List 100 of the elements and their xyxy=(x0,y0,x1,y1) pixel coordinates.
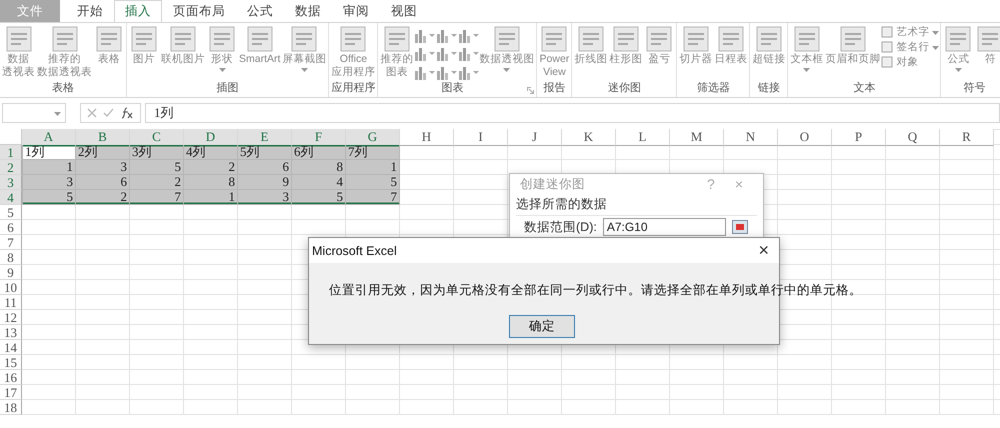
ribbon-button[interactable]: 推荐的 图表 xyxy=(379,23,414,81)
row-header[interactable]: 16 xyxy=(0,370,22,385)
column-header[interactable]: B xyxy=(76,129,130,147)
row-header[interactable]: 5 xyxy=(0,205,22,220)
ribbon-button[interactable]: 盈亏 xyxy=(643,23,676,81)
column-header[interactable]: L xyxy=(616,129,670,146)
row-header[interactable]: 15 xyxy=(0,355,22,370)
ribbon-button[interactable]: Power View xyxy=(538,23,570,81)
select-all-corner[interactable] xyxy=(0,129,22,145)
ribbon-button[interactable]: 联机图片 xyxy=(160,23,206,81)
column-header[interactable]: A xyxy=(22,129,76,147)
row-header[interactable]: 13 xyxy=(0,325,22,340)
column-header[interactable]: M xyxy=(670,129,724,146)
column-header[interactable]: I xyxy=(454,129,508,146)
ribbon-button[interactable]: 表格 xyxy=(93,23,125,81)
column-header[interactable]: F xyxy=(292,129,346,147)
row-header[interactable]: 18 xyxy=(0,400,22,415)
row-header[interactable]: 17 xyxy=(0,385,22,400)
close-button[interactable]: × xyxy=(748,240,779,261)
row-header[interactable]: 3 xyxy=(0,175,22,190)
dialog-launcher-icon[interactable] xyxy=(527,87,534,94)
row-header[interactable]: 12 xyxy=(0,310,22,325)
column-header[interactable]: D xyxy=(184,129,238,147)
column-header[interactable]: K xyxy=(562,129,616,146)
cancel-icon[interactable] xyxy=(87,108,97,118)
row-header[interactable]: 10 xyxy=(0,280,22,295)
ribbon-button[interactable]: 艺术字 xyxy=(881,25,940,39)
chart-type-icon[interactable] xyxy=(436,46,458,62)
ribbon-button[interactable]: 推荐的 数据透视表 xyxy=(36,23,93,81)
chart-type-icon[interactable] xyxy=(458,46,480,62)
formula-field[interactable]: 1列 xyxy=(145,103,1000,123)
ribbon-button[interactable]: 对象 xyxy=(881,55,940,69)
ribbon-button[interactable]: 文本框 xyxy=(789,23,824,81)
ribbon-button[interactable]: Office 应用程序 xyxy=(330,23,376,81)
ribbon-tab[interactable]: 审阅 xyxy=(332,0,380,22)
ribbon-button[interactable]: 日程表 xyxy=(713,23,748,81)
group-label: 链接 xyxy=(756,81,781,96)
column-header[interactable]: O xyxy=(778,129,832,146)
ribbon-item-icon xyxy=(975,25,1000,53)
ribbon-button[interactable]: 签名行 xyxy=(881,40,940,54)
name-box[interactable] xyxy=(2,103,66,123)
ribbon-button[interactable]: SmartArt xyxy=(238,23,282,81)
chart-type-icon[interactable] xyxy=(436,28,458,44)
chart-type-icon[interactable] xyxy=(414,46,436,62)
table-cell: 3 xyxy=(22,175,76,190)
ribbon-tab[interactable]: 视图 xyxy=(380,0,428,22)
chart-type-icon[interactable] xyxy=(458,28,480,44)
chart-type-icon[interactable] xyxy=(458,64,480,81)
ribbon-button[interactable]: 数据 透视表 xyxy=(1,23,36,81)
ribbon-button[interactable]: 形状 xyxy=(206,23,238,81)
column-header[interactable]: C xyxy=(130,129,184,147)
ribbon-button[interactable]: 切片器 xyxy=(678,23,714,81)
ribbon-button[interactable]: 超链接 xyxy=(751,23,786,81)
ok-button[interactable]: 确定 xyxy=(509,315,575,338)
row-header[interactable]: 11 xyxy=(0,295,22,310)
ribbon-button[interactable]: 图片 xyxy=(128,23,160,81)
table-cell: 6 xyxy=(76,175,130,190)
help-button[interactable]: ? xyxy=(697,176,725,192)
column-header[interactable]: H xyxy=(400,129,454,146)
group-label: 筛选器 xyxy=(696,81,731,96)
ribbon-button[interactable]: 符 xyxy=(974,23,1000,81)
row-header[interactable]: 8 xyxy=(0,250,22,265)
ribbon-button[interactable]: 页眉和页脚 xyxy=(824,23,882,81)
ribbon-tab[interactable]: 开始 xyxy=(66,0,114,22)
column-header[interactable]: R xyxy=(940,129,994,146)
column-header[interactable]: E xyxy=(238,129,292,147)
row-header[interactable]: 9 xyxy=(0,265,22,280)
column-header[interactable]: N xyxy=(724,129,778,146)
column-header[interactable]: Q xyxy=(886,129,940,146)
row-header[interactable]: 2 xyxy=(0,160,22,175)
row-header[interactable]: 7 xyxy=(0,235,22,250)
ribbon-item-icon xyxy=(943,25,974,53)
chart-type-icon[interactable] xyxy=(414,28,436,44)
ribbon-tab[interactable]: 文件 xyxy=(0,0,60,22)
chart-type-icon[interactable] xyxy=(436,64,458,81)
column-header[interactable]: G xyxy=(346,129,400,147)
close-button[interactable]: × xyxy=(724,176,753,192)
row-header[interactable]: 1 xyxy=(0,145,22,160)
ribbon-button[interactable]: 公式 xyxy=(942,23,974,81)
ribbon-item-icon xyxy=(792,25,822,53)
input-field[interactable]: A7:G10 xyxy=(602,218,726,236)
ribbon-button[interactable]: 数据透视图 xyxy=(478,23,536,81)
function-icon[interactable] xyxy=(120,107,134,119)
ribbon-button[interactable]: 折线图 xyxy=(573,23,608,81)
ribbon-tab[interactable]: 页面布局 xyxy=(162,0,236,22)
row-header[interactable]: 4 xyxy=(0,190,22,205)
ribbon-tab[interactable]: 公式 xyxy=(236,0,284,22)
ribbon-tab[interactable]: 数据 xyxy=(284,0,332,22)
column-header[interactable]: J xyxy=(508,129,562,146)
ribbon-button[interactable]: 屏幕截图 xyxy=(281,23,328,81)
chart-type-icon[interactable] xyxy=(414,64,436,81)
table-cell: 1 xyxy=(184,190,238,205)
ribbon-button[interactable]: 柱形图 xyxy=(608,23,644,81)
range-picker-icon[interactable] xyxy=(732,220,748,234)
row-header[interactable]: 6 xyxy=(0,220,22,235)
column-header[interactable]: P xyxy=(832,129,886,146)
group-label: 报告 xyxy=(542,81,566,96)
check-icon[interactable] xyxy=(103,108,114,118)
ribbon-tab[interactable]: 插入 xyxy=(114,0,162,22)
row-header[interactable]: 14 xyxy=(0,340,22,355)
